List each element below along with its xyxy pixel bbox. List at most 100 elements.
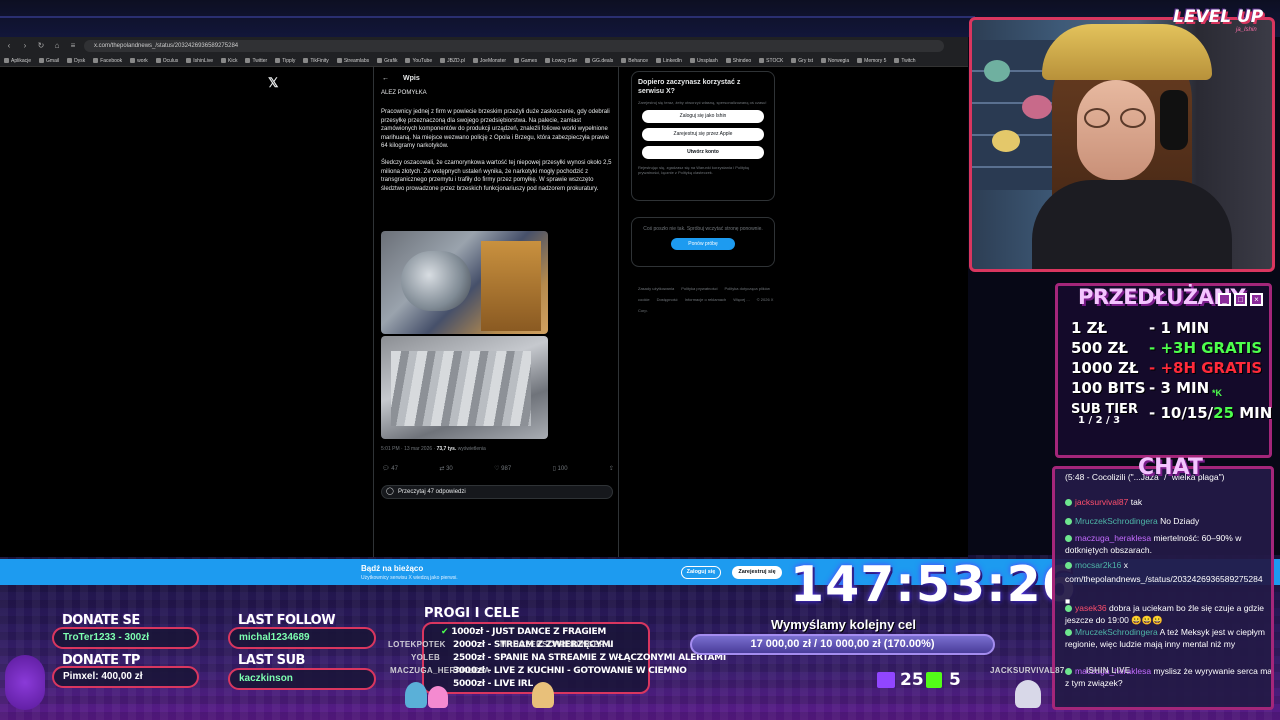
bookmark-item[interactable]: Aplikacje: [4, 58, 31, 64]
goal-text: 5000zł - LIVE IRL: [453, 679, 533, 689]
bookmark-favicon-icon: [791, 58, 797, 63]
bookmark-item[interactable]: Łowcy Gier: [545, 58, 577, 64]
chat-badge-icon: [1065, 605, 1072, 613]
footer-link[interactable]: Informacje o reklamach: [685, 297, 727, 302]
bookmark-item[interactable]: Twitter: [245, 58, 267, 64]
post-paragraph: Śledczy oszacowali, że czarnorynkowa war…: [381, 159, 612, 192]
post-column: ← Wpis ALEZ POMYŁKA Pracownicy jednej z …: [373, 67, 619, 557]
like-action[interactable]: ♡ 987: [494, 465, 511, 472]
back-arrow-icon[interactable]: ←: [382, 75, 389, 82]
goal-item: ✔ 1000zł - JUST DANCE Z FRAGIEM: [441, 627, 606, 637]
bookmark-item[interactable]: TikFinity: [303, 58, 329, 64]
create-account-button[interactable]: Utwórz konto: [642, 146, 764, 159]
chat-username[interactable]: yasek36: [1075, 603, 1107, 613]
repost-count: 30: [446, 466, 453, 472]
footer-link[interactable]: Zasady użytkowania: [638, 286, 674, 291]
bookmark-item[interactable]: Memory 5: [857, 58, 886, 64]
chat-username[interactable]: jacksurvival87: [1075, 497, 1128, 507]
google-signin-button[interactable]: Zaloguj się jako Ishin: [642, 110, 764, 123]
bookmark-item[interactable]: LinkedIn: [656, 58, 682, 64]
back-icon[interactable]: ‹: [4, 41, 14, 51]
post-time: 5:01 PM · 13 mar 2026 ·: [381, 446, 437, 452]
bookmark-favicon-icon: [689, 58, 695, 63]
post-image-pallet[interactable]: [381, 231, 548, 334]
bookmark-label: Łowcy Gier: [552, 57, 578, 64]
glasses-right: [1120, 108, 1146, 128]
register-button[interactable]: Zarejestruj się: [732, 566, 782, 579]
bookmark-item[interactable]: Dysk: [67, 58, 85, 64]
bookmark-item[interactable]: Facebook: [93, 58, 122, 64]
error-card: Coś poszło nie tak. Spróbuj wczytać stro…: [631, 217, 775, 267]
login-button[interactable]: Zaloguj się: [681, 566, 721, 579]
price-row: 1000 ZŁ - +8H GRATIS: [1071, 359, 1262, 377]
chat-username[interactable]: MruczekSchrodingera: [1075, 627, 1158, 637]
chat-text: com/thepolandnews_/status/20324269365892…: [1065, 574, 1263, 584]
home-icon[interactable]: ⌂: [52, 41, 62, 51]
share-icon[interactable]: ⇪: [609, 465, 614, 472]
bookmark-item[interactable]: GG.deals: [585, 58, 613, 64]
chat-username[interactable]: mocsar2k16: [1075, 560, 1121, 570]
reload-icon[interactable]: ↻: [36, 41, 46, 51]
bookmark-favicon-icon: [155, 58, 161, 63]
footer-link[interactable]: Więcej ...: [733, 297, 749, 302]
last-follow-label: LAST FOLLOW: [238, 613, 336, 628]
bookmark-item[interactable]: Norwegia: [821, 58, 849, 64]
read-replies-button[interactable]: Przeczytaj 47 odpowiedzi: [381, 485, 613, 499]
retry-button[interactable]: Ponów próbę: [671, 238, 735, 250]
price-value: - +3H GRATIS: [1149, 339, 1263, 357]
address-bar[interactable]: x.com/thepolandnews_/status/203242693658…: [84, 40, 944, 52]
bookmark-item[interactable]: Kick: [221, 58, 237, 64]
repost-action[interactable]: ⇄ 30: [439, 465, 452, 472]
goal-item: 2500zł - SPANIE NA STREAMIE Z WŁĄCZONYMI…: [453, 653, 726, 663]
bookmark-item[interactable]: Shindeo: [725, 58, 751, 64]
bookmark-item[interactable]: Gmail: [39, 58, 59, 64]
bookmark-item[interactable]: Streamlabs: [336, 58, 369, 64]
bookmark-item[interactable]: JoeMonster: [472, 57, 507, 64]
donate-se-label: DONATE SE: [62, 613, 140, 628]
chat-username[interactable]: maczuga_heraklesa: [1075, 533, 1151, 543]
bookmark-count: 100: [557, 466, 568, 472]
reply-action[interactable]: 💬︎ 47: [382, 465, 398, 472]
price-value: - 3 MIN: [1149, 379, 1210, 397]
bookmark-label: JoeMonster: [479, 57, 507, 64]
like-count: 987: [501, 466, 512, 472]
bookmark-favicon-icon: [186, 58, 192, 63]
apple-signup-button[interactable]: Zarejestruj się przez Apple: [642, 128, 764, 141]
bookmark-item[interactable]: work: [130, 58, 148, 64]
bookmark-item[interactable]: IshinLive: [186, 58, 213, 64]
browser-window: ‹ › ↻ ⌂ ≡ x.com/thepolandnews_/status/20…: [0, 37, 968, 557]
kick-mark: *K: [1212, 388, 1223, 398]
bookmark-label: Tipply: [282, 57, 296, 64]
glasses-left: [1084, 108, 1110, 128]
bookmark-item[interactable]: Behance: [621, 58, 648, 64]
bookmark-item[interactable]: Gry tst: [791, 58, 813, 64]
post-paragraph: Pracownicy jednej z firm w powiecie brze…: [381, 109, 610, 150]
footer-link[interactable]: Dostępność: [657, 297, 678, 302]
extension-prices-panel: PRZEDŁUŻANY _ □ × 1 ZŁ - 1 MIN 500 ZŁ - +3…: [1055, 283, 1272, 458]
character-name: MRUCZEKSCHRODINGERA: [500, 640, 612, 649]
bookmark-item[interactable]: Twitch: [894, 58, 916, 64]
post-image-bags[interactable]: [381, 336, 548, 439]
bookmark-item[interactable]: JBZD.pl: [440, 58, 465, 64]
post-author[interactable]: ALEZ POMYŁKA: [381, 90, 427, 96]
bookmark-item[interactable]: YouTube: [405, 58, 432, 64]
bookmark-item[interactable]: Tipply: [275, 58, 295, 64]
bookmark-favicon-icon: [93, 58, 99, 63]
bookmark-item[interactable]: Unsplash: [689, 58, 718, 64]
bookmark-item[interactable]: STOCK: [759, 58, 783, 64]
price-row: 100 BITS - 3 MIN: [1071, 379, 1209, 397]
pixel-character: [428, 686, 448, 708]
x-logo-icon[interactable]: 𝕏: [268, 75, 278, 91]
post-body: Pracownicy jednej z firm w powiecie brze…: [381, 108, 613, 193]
chat-badge-icon: [1065, 668, 1072, 676]
chat-username[interactable]: MruczekSchrodingera: [1075, 516, 1158, 526]
forward-icon[interactable]: ›: [20, 41, 30, 51]
bookmark-action[interactable]: ▯ 100: [553, 465, 568, 472]
bookmark-item[interactable]: Games: [514, 58, 537, 64]
site-info-icon[interactable]: ≡: [68, 41, 78, 51]
bookmark-favicon-icon: [4, 58, 9, 63]
footer-link[interactable]: Polityka prywatności: [681, 286, 717, 291]
bookmark-item[interactable]: Grafik: [377, 58, 397, 64]
reply-icon: 💬︎: [382, 466, 392, 472]
bookmark-item[interactable]: Oculus: [155, 58, 178, 64]
